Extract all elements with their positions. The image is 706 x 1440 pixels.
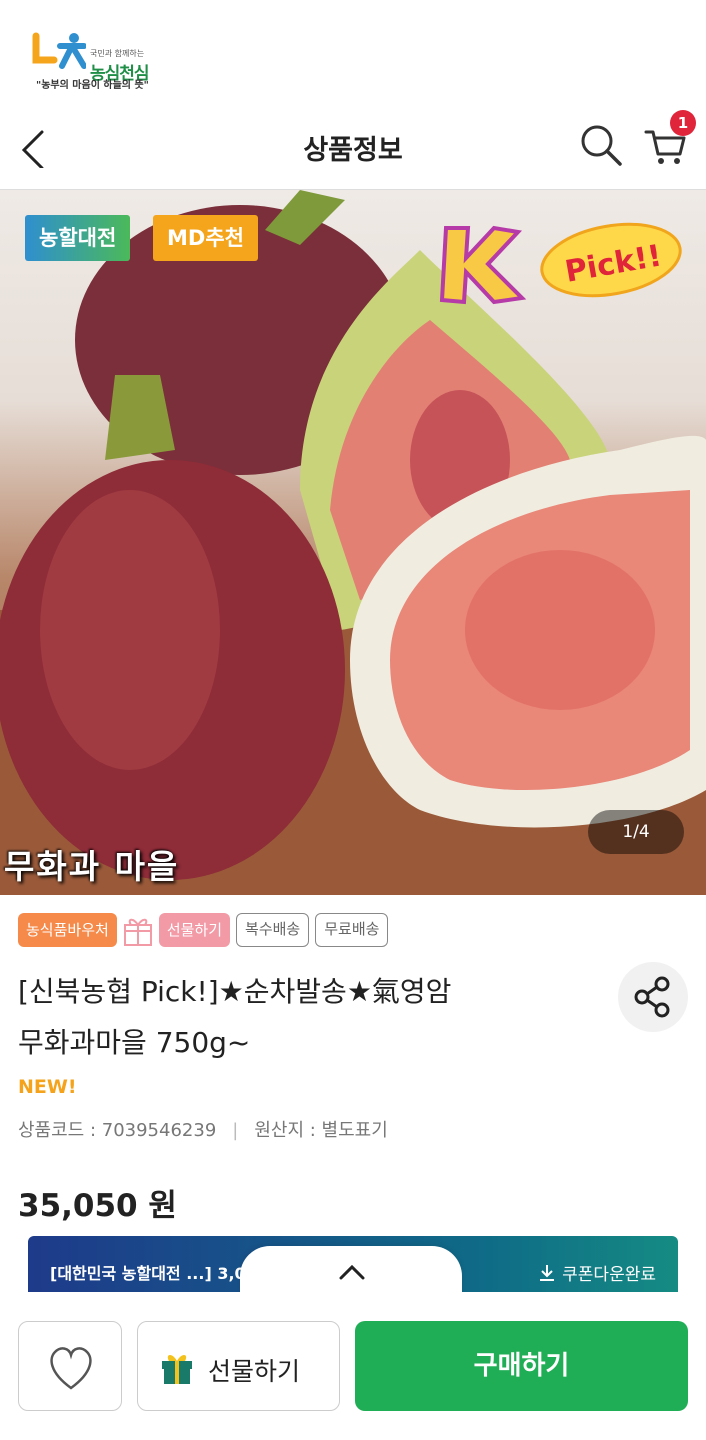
brand-logo[interactable]: 국민과 함께하는 농심천심 "농부의 마음이 하늘의 뜻" bbox=[32, 28, 182, 92]
heart-icon bbox=[50, 1347, 92, 1390]
k-pick-sticker: Pick!! bbox=[439, 222, 682, 305]
coupon-text: [대한민국 농할대전 ...] 3,0 bbox=[50, 1264, 246, 1283]
product-code: 상품코드 : 7039546239 bbox=[18, 1120, 217, 1141]
gift-button-label: 선물하기 bbox=[208, 1357, 301, 1386]
image-caption: 무화과 마을 bbox=[4, 847, 180, 886]
product-tags: 농식품바우처 선물하기 복수배송 무료배송 bbox=[18, 912, 389, 948]
cart-count-badge: 1 bbox=[670, 110, 696, 136]
tag-free-shipping: 무료배송 bbox=[315, 913, 389, 947]
search-icon[interactable] bbox=[578, 122, 624, 168]
badge-nonghal: 농할대전 bbox=[25, 215, 131, 261]
tag-voucher: 농식품바우처 bbox=[18, 913, 117, 947]
bottom-action-bar: 선물하기 구매하기 bbox=[0, 1292, 706, 1440]
meta-separator: | bbox=[232, 1120, 239, 1141]
chevron-up-icon bbox=[339, 1264, 365, 1280]
badge-md-pick: MD추천 bbox=[153, 215, 258, 261]
share-button[interactable] bbox=[618, 962, 688, 1032]
product-origin: 원산지 : 별도표기 bbox=[254, 1120, 388, 1141]
wishlist-button[interactable] bbox=[18, 1321, 122, 1411]
coupon-download-label: 쿠폰다운완료 bbox=[562, 1265, 656, 1285]
product-meta: 상품코드 : 7039546239 | 원산지 : 별도표기 bbox=[18, 1116, 388, 1142]
download-icon bbox=[540, 1265, 555, 1281]
share-icon bbox=[634, 976, 670, 1018]
product-title: [신북농협 Pick!]★순차발송★氣영암 무화과마을 750g~ bbox=[18, 966, 578, 1068]
logo-bar: 국민과 함께하는 농심천심 "농부의 마음이 하늘의 뜻" bbox=[0, 0, 706, 100]
new-label: NEW! bbox=[18, 1076, 77, 1098]
logo-tagline: 국민과 함께하는 bbox=[90, 49, 145, 58]
product-image-carousel[interactable]: 농할대전 MD추천 Pick!! 무화과 마을 1/4 bbox=[0, 190, 706, 895]
gift-icon bbox=[123, 918, 152, 946]
image-counter: 1/4 bbox=[588, 810, 684, 854]
gift-button[interactable]: 선물하기 bbox=[137, 1321, 340, 1411]
buy-button[interactable]: 구매하기 bbox=[355, 1321, 688, 1411]
tag-multi-shipping: 복수배송 bbox=[236, 913, 310, 947]
gift-box-icon bbox=[162, 1354, 192, 1384]
cart-button[interactable]: 1 bbox=[642, 110, 696, 168]
product-title-line2: 무화과마을 750g~ bbox=[18, 1026, 251, 1059]
logo-mark-icon bbox=[32, 32, 86, 69]
logo-slogan: "농부의 마음이 하늘의 뜻" bbox=[36, 80, 149, 91]
tag-gift: 선물하기 bbox=[158, 913, 231, 947]
coupon-download[interactable]: 쿠폰다운완료 bbox=[538, 1260, 656, 1285]
product-price: 35,050 원 bbox=[18, 1188, 177, 1224]
product-title-line1: [신북농협 Pick!]★순차발송★氣영암 bbox=[18, 975, 452, 1008]
top-header: 상품정보 1 bbox=[0, 100, 706, 190]
